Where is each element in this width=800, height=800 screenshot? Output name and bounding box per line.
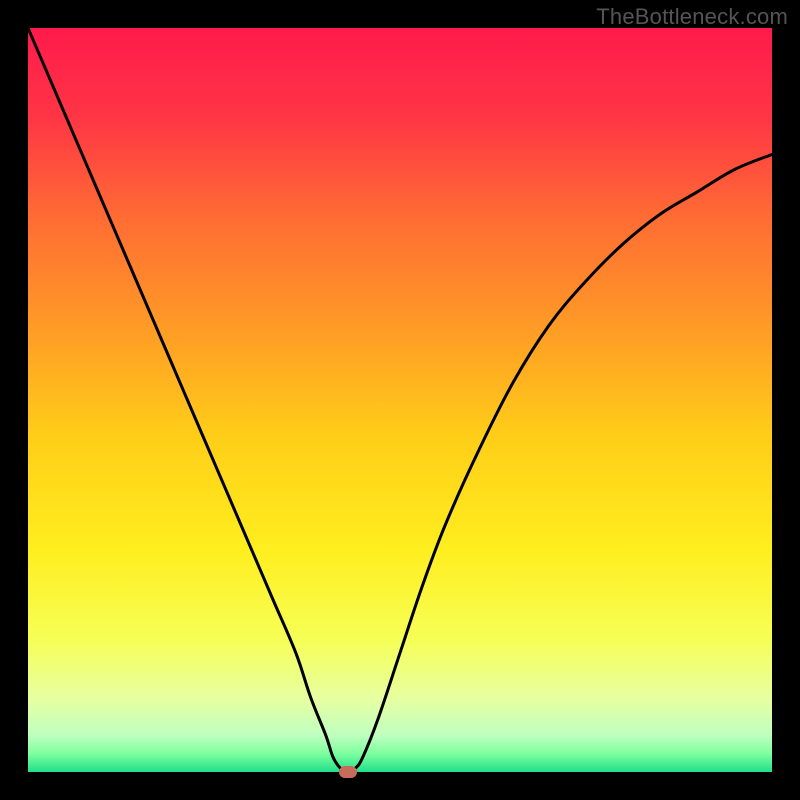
plot-area [28, 28, 772, 772]
bottleneck-curve [28, 28, 772, 772]
chart-frame [28, 28, 772, 772]
watermark-text: TheBottleneck.com [596, 4, 788, 30]
optimum-marker [339, 766, 357, 778]
